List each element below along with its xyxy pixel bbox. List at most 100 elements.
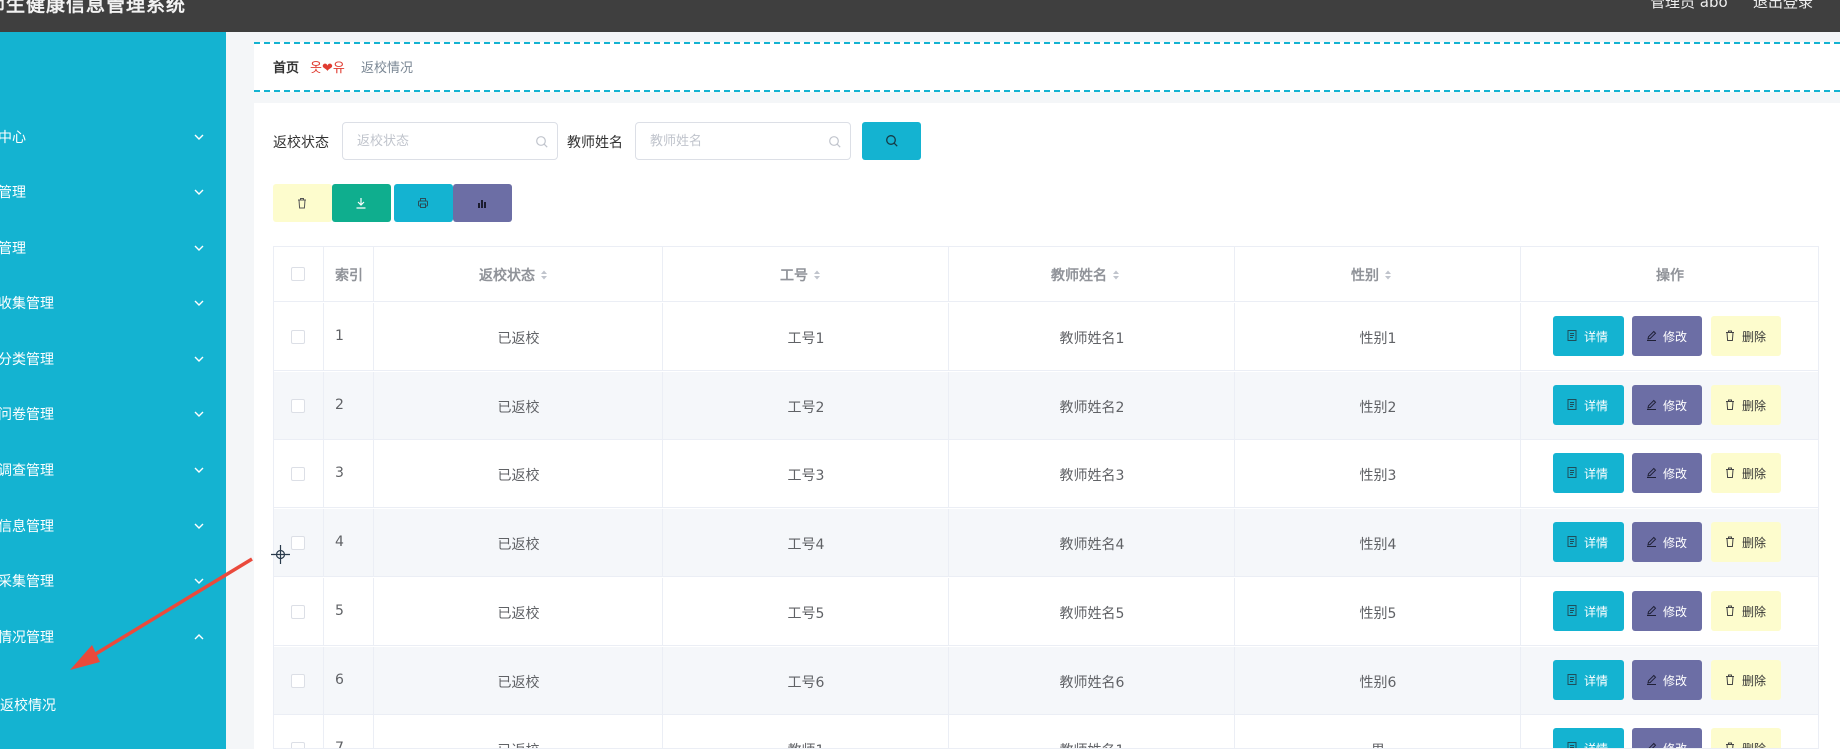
sidebar-item-collection[interactable]: 收集管理 <box>0 283 226 323</box>
sidebar-subitem-return-status[interactable]: 返校情况 <box>0 684 226 724</box>
header-work-no[interactable]: 工号 <box>663 247 949 302</box>
row-checkbox[interactable] <box>291 673 305 688</box>
row-checkbox[interactable] <box>291 330 305 344</box>
sort-icon[interactable] <box>813 269 821 281</box>
sidebar-item-situation[interactable]: 情况管理 <box>0 617 226 657</box>
actions-cell: 详情 修改 删除 <box>1521 440 1818 508</box>
row-checkbox[interactable] <box>291 536 305 551</box>
sidebar-item-management-1[interactable]: 管理 <box>0 172 226 212</box>
gender-cell: 性别2 <box>1235 371 1521 440</box>
work-no-cell: 工号3 <box>663 440 949 509</box>
detail-button[interactable]: 详情 <box>1553 728 1624 748</box>
sidebar-item-gather[interactable]: 采集管理 <box>0 561 226 601</box>
breadcrumb-home[interactable]: 首页 <box>273 57 299 76</box>
edit-button[interactable]: 修改 <box>1632 522 1702 563</box>
edit-icon <box>1647 330 1657 341</box>
detail-button[interactable]: 详情 <box>1553 316 1624 356</box>
delete-button[interactable]: 删除 <box>1711 590 1781 631</box>
sidebar-item-survey[interactable]: 调查管理 <box>0 450 226 490</box>
sort-icon[interactable] <box>540 269 548 281</box>
sidebar-item-questionnaire[interactable]: 问卷管理 <box>0 394 226 434</box>
actions-cell: 详情 修改 删除 <box>1521 578 1818 646</box>
status-filter-input[interactable] <box>357 132 507 150</box>
trash-icon <box>1726 399 1734 410</box>
row-checkbox[interactable] <box>291 742 305 748</box>
data-table: 索引 返校状态 工号 教师姓名 性别 操作 1 已返校 工号1 教师姓名1 性别… <box>273 246 1819 749</box>
sidebar-item-info[interactable]: 信息管理 <box>0 506 226 546</box>
gender-cell: 性别6 <box>1235 646 1521 715</box>
delete-button[interactable]: 删除 <box>1711 522 1781 563</box>
row-select-cell <box>274 577 324 646</box>
index-cell: 1 <box>324 303 374 371</box>
detail-button-label: 详情 <box>1584 604 1609 619</box>
detail-button[interactable]: 详情 <box>1553 384 1624 425</box>
teacher-cell: 教师姓名3 <box>949 440 1235 509</box>
status-value: 已返校 <box>497 605 540 622</box>
edit-button[interactable]: 修改 <box>1632 659 1702 700</box>
index-value: 6 <box>335 671 344 688</box>
table-header: 索引 返校状态 工号 教师姓名 性别 操作 <box>274 247 1818 302</box>
index-cell: 6 <box>324 646 374 715</box>
detail-button[interactable]: 详情 <box>1553 522 1624 563</box>
delete-button[interactable]: 删除 <box>1711 659 1781 700</box>
delete-button[interactable]: 删除 <box>1711 316 1781 356</box>
header-status[interactable]: 返校状态 <box>374 247 663 302</box>
delete-button[interactable]: 删除 <box>1711 728 1781 748</box>
chart-button[interactable] <box>453 184 512 222</box>
sidebar-item-management-2[interactable]: 管理 <box>0 228 226 268</box>
edit-button[interactable]: 修改 <box>1632 384 1702 425</box>
teacher-cell: 教师姓名4 <box>949 509 1235 578</box>
select-all-checkbox[interactable] <box>291 267 305 281</box>
bar-chart-icon <box>478 200 486 208</box>
delete-button[interactable]: 删除 <box>1711 453 1781 494</box>
search-icon <box>886 135 898 147</box>
header-gender[interactable]: 性别 <box>1235 247 1521 302</box>
document-icon <box>1567 742 1577 748</box>
print-button[interactable] <box>394 184 453 222</box>
teacher-filter-input[interactable] <box>650 132 800 150</box>
table-row: 4 已返校 工号4 教师姓名4 性别4 详情 修改 删除 <box>274 509 1818 578</box>
sidebar-item-label: 分类管理 <box>0 352 54 368</box>
edit-button[interactable]: 修改 <box>1632 590 1702 631</box>
sort-icon[interactable] <box>1384 269 1392 281</box>
index-value: 2 <box>335 396 344 413</box>
detail-button[interactable]: 详情 <box>1553 659 1624 700</box>
table-row: 6 已返校 工号6 教师姓名6 性别6 详情 修改 删除 <box>274 646 1818 715</box>
detail-button[interactable]: 详情 <box>1553 453 1624 494</box>
status-cell: 已返校 <box>374 577 663 646</box>
row-select-cell <box>274 303 324 371</box>
row-checkbox[interactable] <box>291 398 305 413</box>
edit-button[interactable]: 修改 <box>1632 728 1702 748</box>
edit-icon <box>1647 468 1657 479</box>
gender-cell: 性别1 <box>1235 303 1521 371</box>
edit-button-label: 修改 <box>1663 740 1687 748</box>
delete-button[interactable]: 删除 <box>1711 384 1781 425</box>
sort-icon[interactable] <box>1112 269 1120 281</box>
edit-button-label: 修改 <box>1663 330 1688 344</box>
row-checkbox[interactable] <box>291 604 305 619</box>
edit-icon <box>1647 605 1657 616</box>
detail-button[interactable]: 详情 <box>1553 590 1624 631</box>
work-no-cell: 工号5 <box>663 577 949 646</box>
status-filter-field[interactable] <box>342 122 558 160</box>
teacher-value: 教师姓名4 <box>1059 537 1125 554</box>
teacher-filter-field[interactable] <box>635 122 851 160</box>
row-checkbox[interactable] <box>291 467 305 482</box>
batch-delete-button[interactable] <box>273 184 332 222</box>
logout-link[interactable]: 退出登录 <box>1753 0 1813 12</box>
detail-button-label: 详情 <box>1584 398 1609 413</box>
header-teacher[interactable]: 教师姓名 <box>949 247 1235 302</box>
sidebar-item-category[interactable]: 分类管理 <box>0 339 226 379</box>
document-icon <box>1567 673 1577 685</box>
header-actions: 操作 <box>1521 247 1818 302</box>
top-bar: 师生健康信息管理系统 管理员 abo 退出登录 <box>0 0 1840 32</box>
work-no-value: 教师1 <box>663 740 949 748</box>
export-button[interactable] <box>332 184 391 222</box>
sidebar-item-center[interactable]: 中心 <box>0 117 226 157</box>
index-cell: 5 <box>324 577 374 646</box>
edit-button[interactable]: 修改 <box>1632 453 1702 494</box>
header-actions-label: 操作 <box>1656 268 1684 284</box>
sidebar-item-label: 情况管理 <box>0 630 54 646</box>
edit-button[interactable]: 修改 <box>1632 316 1702 356</box>
search-button[interactable] <box>862 122 921 160</box>
